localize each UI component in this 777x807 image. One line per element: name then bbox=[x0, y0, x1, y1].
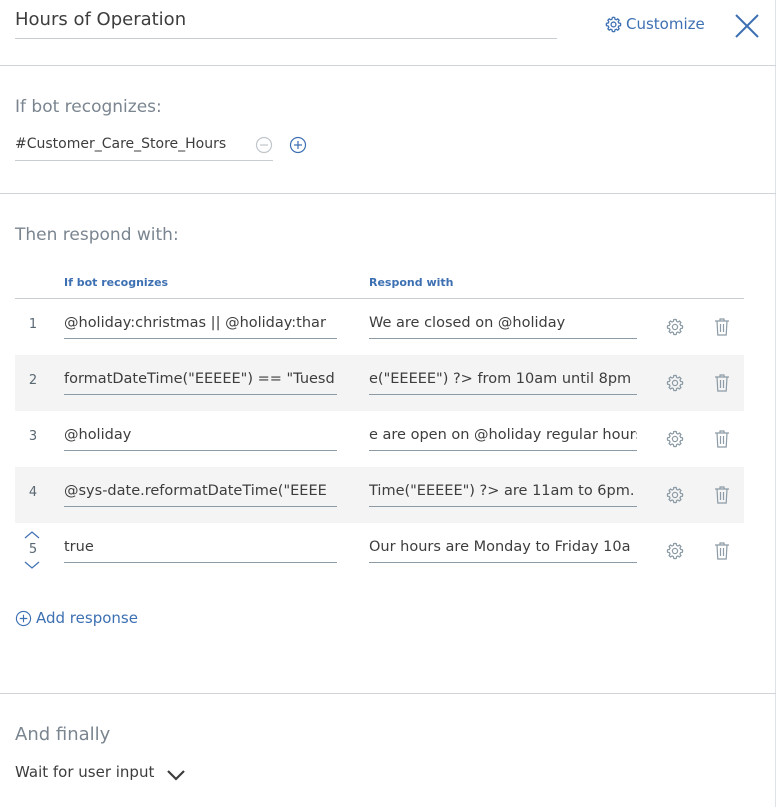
response-row: 5 true Our hours are Monday to Friday 10… bbox=[15, 523, 744, 579]
condition-text: @holiday:christmas || @holiday:thar bbox=[64, 315, 326, 331]
trash-icon[interactable] bbox=[714, 318, 730, 336]
gear-icon[interactable] bbox=[666, 486, 684, 504]
condition-input[interactable]: @holiday:christmas || @holiday:thar bbox=[64, 311, 337, 339]
response-row: 1 @holiday:christmas || @holiday:thar We… bbox=[15, 299, 744, 355]
gear-icon[interactable] bbox=[666, 318, 684, 336]
customize-label: Customize bbox=[626, 15, 705, 33]
finally-action-select[interactable]: Wait for user input bbox=[15, 763, 154, 781]
gear-icon[interactable] bbox=[666, 430, 684, 448]
response-input[interactable]: Our hours are Monday to Friday 10a bbox=[369, 535, 637, 563]
node-title-text: Hours of Operation bbox=[15, 9, 187, 30]
response-input[interactable]: We are closed on @holiday bbox=[369, 311, 637, 339]
response-input[interactable]: e are open on @holiday regular hours bbox=[369, 423, 637, 451]
condition-input[interactable]: formatDateTime("EEEEE") == "Tuesd bbox=[64, 367, 337, 395]
panel-header: Hours of Operation Customize bbox=[0, 0, 776, 66]
recognizes-heading: If bot recognizes: bbox=[15, 97, 162, 117]
response-text: e("EEEEE") ?> from 10am until 8pm bbox=[369, 371, 632, 387]
response-row: 2 formatDateTime("EEEEE") == "Tuesd e("E… bbox=[15, 355, 744, 411]
condition-input[interactable]: true bbox=[64, 535, 337, 563]
move-up-icon[interactable] bbox=[23, 530, 41, 540]
section-divider bbox=[0, 193, 776, 194]
finally-heading: And finally bbox=[15, 724, 111, 745]
condition-input[interactable]: @holiday bbox=[64, 423, 337, 451]
move-down-icon[interactable] bbox=[23, 560, 41, 570]
condition-input[interactable]: @sys-date.reformatDateTime("EEEE bbox=[64, 479, 337, 507]
response-row: 4 @sys-date.reformatDateTime("EEEE Time(… bbox=[15, 467, 744, 523]
gear-icon[interactable] bbox=[666, 374, 684, 392]
intent-condition-text: #Customer_Care_Store_Hours bbox=[15, 136, 227, 152]
response-input[interactable]: e("EEEEE") ?> from 10am until 8pm bbox=[369, 367, 637, 395]
customize-button[interactable]: Customize bbox=[605, 15, 705, 33]
row-number: 1 bbox=[28, 317, 38, 332]
respond-heading: Then respond with: bbox=[15, 225, 179, 245]
close-icon[interactable] bbox=[733, 12, 761, 40]
response-text: e are open on @holiday regular hours bbox=[369, 427, 637, 443]
condition-text: @sys-date.reformatDateTime("EEEE bbox=[64, 483, 327, 499]
row-number: 2 bbox=[28, 373, 38, 388]
remove-condition-icon[interactable] bbox=[255, 136, 273, 154]
gear-icon bbox=[605, 16, 622, 32]
response-text: We are closed on @holiday bbox=[369, 315, 566, 331]
response-text: Our hours are Monday to Friday 10a bbox=[369, 539, 631, 555]
add-response-label: Add response bbox=[36, 609, 138, 627]
row-number: 5 bbox=[28, 542, 38, 557]
section-divider bbox=[0, 693, 776, 694]
condition-text: formatDateTime("EEEEE") == "Tuesd bbox=[64, 371, 335, 387]
row-number: 4 bbox=[28, 485, 38, 500]
intent-condition-input[interactable]: #Customer_Care_Store_Hours bbox=[15, 132, 273, 161]
node-title-input[interactable]: Hours of Operation bbox=[15, 8, 557, 39]
response-text: Time("EEEEE") ?> are 11am to 6pm. bbox=[369, 483, 635, 499]
row-number: 3 bbox=[28, 429, 38, 444]
add-response-button[interactable]: Add response bbox=[15, 609, 138, 627]
gear-icon[interactable] bbox=[666, 542, 684, 560]
condition-column-header: If bot recognizes bbox=[64, 276, 169, 289]
chevron-down-icon[interactable] bbox=[165, 768, 187, 782]
trash-icon[interactable] bbox=[714, 542, 730, 560]
response-column-header: Respond with bbox=[369, 276, 454, 289]
condition-text: true bbox=[64, 539, 94, 555]
response-input[interactable]: Time("EEEEE") ?> are 11am to 6pm. bbox=[369, 479, 637, 507]
plus-circle-icon bbox=[15, 610, 32, 626]
add-condition-icon[interactable] bbox=[289, 136, 307, 154]
condition-text: @holiday bbox=[64, 427, 132, 443]
trash-icon[interactable] bbox=[714, 486, 730, 504]
trash-icon[interactable] bbox=[714, 374, 730, 392]
response-row: 3 @holiday e are open on @holiday regula… bbox=[15, 411, 744, 467]
trash-icon[interactable] bbox=[714, 430, 730, 448]
